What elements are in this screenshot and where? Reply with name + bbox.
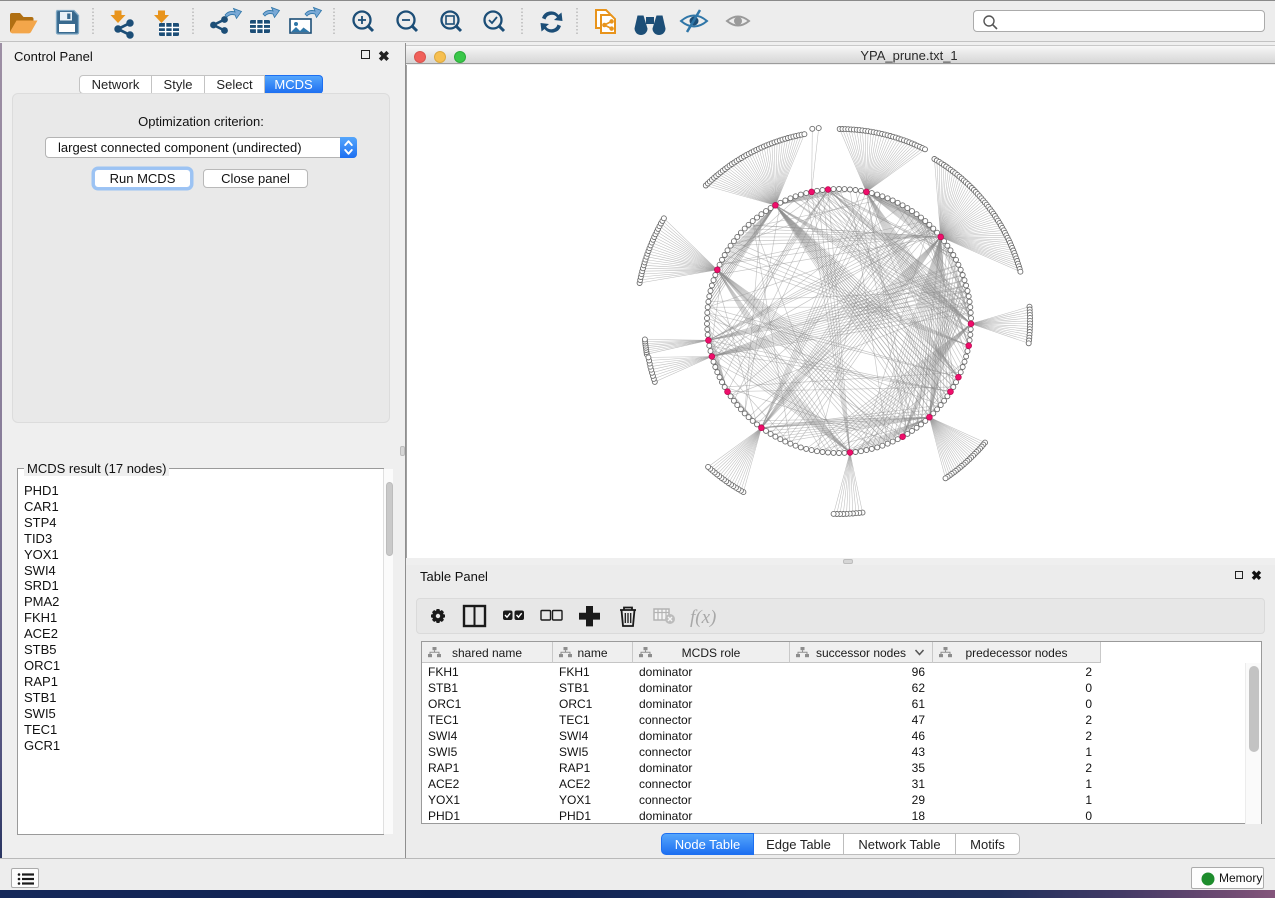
svg-text:f(x): f(x) — [690, 607, 716, 628]
